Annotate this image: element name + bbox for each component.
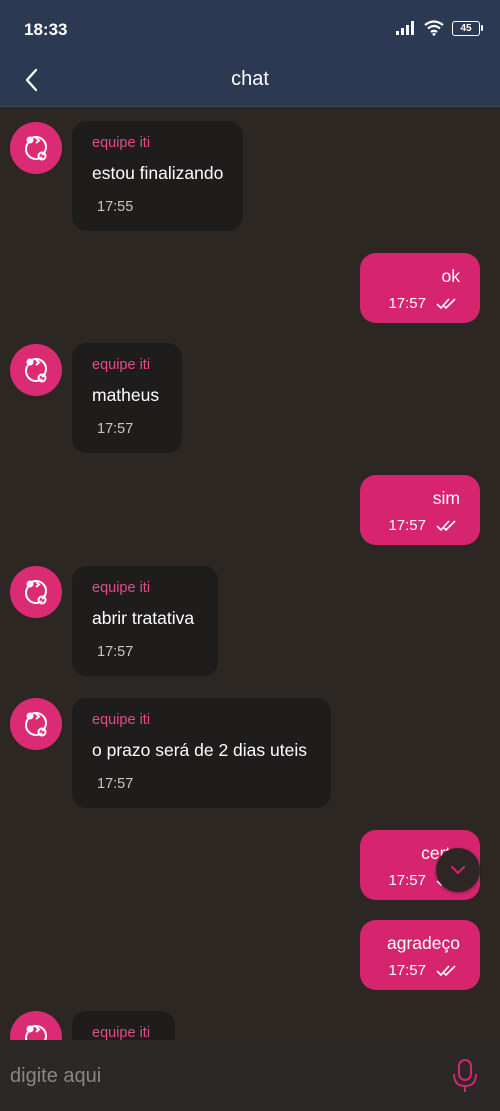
message-text: sim (432, 488, 460, 508)
outgoing-message: agradeço 17:57 (360, 920, 480, 990)
sync-icon (25, 136, 47, 161)
status-icons: 45 (396, 20, 483, 36)
incoming-message: equipe iti o prazo será de 2 dias uteis … (72, 698, 331, 808)
message-text: abrir tratativa (92, 608, 195, 628)
message-time: 17:57 (97, 421, 134, 437)
microphone-icon[interactable] (450, 1058, 480, 1094)
incoming-message: equipe iti (72, 1011, 175, 1040)
message-sender: equipe iti (92, 580, 151, 596)
status-bar: 18:33 45 (0, 0, 500, 60)
message-time: 17:57 (388, 517, 426, 534)
incoming-message: equipe iti abrir tratativa 17:57 (72, 566, 218, 676)
avatar (10, 566, 62, 618)
sync-icon (25, 358, 47, 383)
message-text: ok (441, 266, 460, 286)
message-sender: equipe iti (92, 1025, 151, 1040)
scroll-to-bottom-button[interactable] (436, 848, 480, 892)
double-check-icon (436, 964, 456, 976)
message-sender: equipe iti (92, 357, 151, 373)
status-time: 18:33 (24, 20, 68, 39)
message-text: o prazo será de 2 dias uteis (92, 740, 307, 760)
message-time: 17:57 (388, 962, 426, 979)
message-sender: equipe iti (92, 135, 151, 151)
double-check-icon (436, 519, 456, 531)
message-sender: equipe iti (92, 712, 151, 728)
message-text: agradeço (387, 933, 460, 953)
message-text: estou finalizando (92, 163, 224, 183)
outgoing-message: sim 17:57 (360, 475, 480, 545)
chevron-down-icon (451, 866, 465, 875)
composer (0, 1040, 500, 1111)
message-input[interactable] (0, 1052, 432, 1100)
chat-messages[interactable]: equipe iti estou finalizando 17:55 ok 17… (0, 107, 500, 1040)
battery-level: 45 (460, 22, 472, 34)
avatar (10, 698, 62, 750)
sync-icon (25, 1025, 47, 1040)
message-time: 17:57 (97, 776, 134, 792)
message-time: 17:55 (97, 199, 134, 215)
sync-icon (25, 712, 47, 737)
page-title: chat (231, 68, 269, 90)
double-check-icon (436, 297, 456, 309)
incoming-message: equipe iti estou finalizando 17:55 (72, 121, 244, 231)
incoming-message: equipe iti matheus 17:57 (72, 343, 182, 453)
message-time: 17:57 (388, 872, 426, 889)
sync-icon (25, 580, 47, 605)
app-bar: chat (0, 60, 500, 107)
avatar (10, 344, 62, 396)
outgoing-message: ok 17:57 (360, 253, 480, 323)
signal-icon (396, 21, 414, 35)
message-time: 17:57 (388, 295, 426, 312)
message-time: 17:57 (97, 644, 134, 660)
message-text: matheus (92, 385, 160, 405)
avatar (10, 1011, 62, 1040)
battery-icon: 45 (452, 20, 483, 36)
wifi-icon (424, 20, 444, 36)
avatar (10, 122, 62, 174)
